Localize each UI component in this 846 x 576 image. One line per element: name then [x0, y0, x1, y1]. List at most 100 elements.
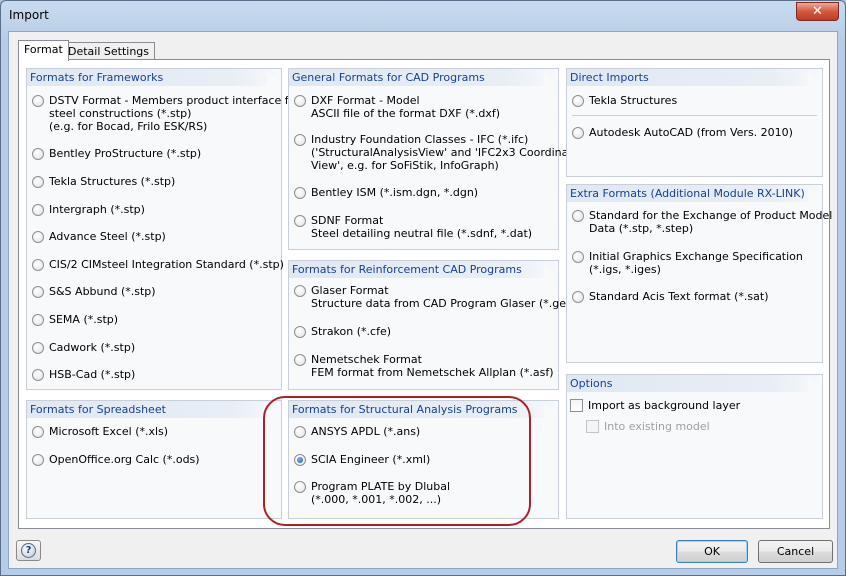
reinforcement-option-strakon[interactable]: Strakon (*.cfe)	[294, 325, 391, 338]
frameworks-option-cadwork[interactable]: Cadwork (*.stp)	[32, 341, 135, 354]
frameworks-option-cis2[interactable]: CIS/2 CIMsteel Integration Standard (*.s…	[32, 258, 284, 271]
extra-option-iges[interactable]: Initial Graphics Exchange Specification(…	[572, 250, 803, 276]
cancel-button[interactable]: Cancel	[758, 540, 833, 563]
close-button[interactable]: ✕	[796, 2, 839, 21]
option-label: ('StructuralAnalysisView' and 'IFC2x3 Co…	[311, 146, 590, 159]
import-dialog: Import ✕ Format Detail Settings Formats …	[0, 0, 846, 576]
tab-format-label: Format	[24, 43, 63, 56]
radio-button-selected[interactable]	[294, 454, 306, 466]
option-label: Standard for the Exchange of Product Mod…	[589, 209, 833, 222]
structural-option-ansys[interactable]: ANSYS APDL (*.ans)	[294, 425, 420, 438]
option-label: Initial Graphics Exchange Specification	[589, 250, 803, 263]
tab-format[interactable]: Format	[18, 40, 69, 61]
option-label: Data (*.stp, *.step)	[589, 222, 694, 235]
cad-general-group-header: General Formats for CAD Programs	[289, 69, 558, 86]
option-label: Nemetschek Format	[311, 353, 422, 366]
option-label: (*.igs, *.iges)	[589, 263, 661, 276]
radio-button[interactable]	[32, 231, 44, 243]
option-label: Cadwork (*.stp)	[49, 341, 136, 354]
radio-button[interactable]	[32, 286, 44, 298]
radio-button[interactable]	[294, 187, 306, 199]
options-group: Options	[566, 374, 823, 519]
cad-option-sdnf[interactable]: SDNF Format Steel detailing neutral file …	[294, 214, 532, 240]
option-label: Autodesk AutoCAD (from Vers. 2010)	[589, 126, 793, 139]
import-background-checkbox-row[interactable]: Import as background layer	[570, 399, 740, 412]
reinforcement-option-glaser[interactable]: Glaser Format Structure data from CAD Pro…	[294, 284, 577, 310]
option-label: HSB-Cad (*.stp)	[49, 368, 136, 381]
import-background-label: Import as background layer	[588, 399, 741, 412]
radio-button[interactable]	[32, 176, 44, 188]
title-bar[interactable]: Import ✕	[1, 1, 845, 31]
radio-button[interactable]	[294, 481, 306, 493]
option-label: Bentley ISM (*.ism.dgn, *.dgn)	[311, 186, 479, 199]
radio-button[interactable]	[32, 426, 44, 438]
option-label: Intergraph (*.stp)	[49, 203, 145, 216]
radio-button[interactable]	[294, 426, 306, 438]
reinforcement-group-header: Formats for Reinforcement CAD Programs	[289, 261, 558, 278]
help-icon: ?	[21, 543, 36, 558]
radio-button[interactable]	[294, 95, 306, 107]
direct-imports-group: Direct Imports	[566, 68, 823, 177]
option-label: Program PLATE by Dlubal	[311, 480, 451, 493]
tab-detail-settings-label: Detail Settings	[68, 45, 150, 58]
ok-button[interactable]: OK	[676, 540, 748, 563]
radio-button[interactable]	[32, 204, 44, 216]
radio-button[interactable]	[572, 210, 584, 222]
structural-group-header: Formats for Structural Analysis Programs	[289, 401, 558, 418]
radio-button[interactable]	[572, 127, 584, 139]
frameworks-option-intergraph[interactable]: Intergraph (*.stp)	[32, 203, 145, 216]
cad-option-ifc[interactable]: Industry Foundation Classes - IFC (*.ifc…	[294, 133, 589, 172]
import-background-checkbox[interactable]	[570, 399, 583, 412]
help-button[interactable]: ?	[16, 540, 41, 561]
frameworks-option-hsb-cad[interactable]: HSB-Cad (*.stp)	[32, 368, 135, 381]
option-label: DXF Format - Model	[311, 94, 420, 107]
cad-option-bentley-ism[interactable]: Bentley ISM (*.ism.dgn, *.dgn)	[294, 186, 478, 199]
radio-button[interactable]	[32, 95, 44, 107]
option-label: Industry Foundation Classes - IFC (*.ifc…	[311, 133, 529, 146]
reinforcement-option-nemetschek[interactable]: Nemetschek Format FEM format from Nemetsc…	[294, 353, 554, 379]
frameworks-option-sema[interactable]: SEMA (*.stp)	[32, 313, 118, 326]
cancel-button-label: Cancel	[776, 545, 815, 558]
option-label: ASCII file of the format DXF (*.dxf)	[311, 107, 501, 120]
extra-option-sat[interactable]: Standard Acis Text format (*.sat)	[572, 290, 769, 303]
frameworks-option-dstv[interactable]: DSTV Format - Members product interface …	[32, 94, 300, 133]
into-existing-checkbox	[586, 420, 599, 433]
radio-button[interactable]	[294, 134, 306, 146]
radio-button[interactable]	[32, 148, 44, 160]
structural-option-plate[interactable]: Program PLATE by Dlubal (*.000, *.001, *.…	[294, 480, 450, 506]
spreadsheet-option-openoffice[interactable]: OpenOffice.org Calc (*.ods)	[32, 453, 200, 466]
radio-button[interactable]	[32, 369, 44, 381]
frameworks-option-advance-steel[interactable]: Advance Steel (*.stp)	[32, 230, 166, 243]
frameworks-option-tekla[interactable]: Tekla Structures (*.stp)	[32, 175, 175, 188]
option-label: Advance Steel (*.stp)	[49, 230, 166, 243]
option-label: Glaser Format	[311, 284, 389, 297]
radio-button[interactable]	[572, 291, 584, 303]
radio-button[interactable]	[32, 259, 44, 271]
option-label: Strakon (*.cfe)	[311, 325, 392, 338]
radio-button[interactable]	[572, 95, 584, 107]
radio-button[interactable]	[294, 354, 306, 366]
option-label: DSTV Format - Members product interface …	[49, 94, 300, 107]
options-group-header: Options	[567, 375, 822, 392]
radio-button[interactable]	[32, 342, 44, 354]
radio-button[interactable]	[32, 314, 44, 326]
into-existing-label: Into existing model	[604, 420, 710, 433]
option-label: FEM format from Nemetschek Allplan (*.as…	[311, 366, 554, 379]
option-label: Tekla Structures	[589, 94, 678, 107]
ok-button-label: OK	[704, 545, 720, 558]
direct-option-tekla[interactable]: Tekla Structures	[572, 94, 677, 107]
cad-option-dxf[interactable]: DXF Format - Model ASCII file of the form…	[294, 94, 500, 120]
radio-button[interactable]	[294, 215, 306, 227]
radio-button[interactable]	[294, 285, 306, 297]
frameworks-option-bentley[interactable]: Bentley ProStructure (*.stp)	[32, 147, 201, 160]
frameworks-option-ss-abbund[interactable]: S&S Abbund (*.stp)	[32, 285, 156, 298]
extra-option-step[interactable]: Standard for the Exchange of Product Mod…	[572, 209, 832, 235]
option-label: S&S Abbund (*.stp)	[49, 285, 156, 298]
radio-button[interactable]	[572, 251, 584, 263]
structural-option-scia[interactable]: SCIA Engineer (*.xml)	[294, 453, 430, 466]
direct-option-autocad[interactable]: Autodesk AutoCAD (from Vers. 2010)	[572, 126, 793, 139]
spreadsheet-option-excel[interactable]: Microsoft Excel (*.xls)	[32, 425, 168, 438]
radio-button[interactable]	[32, 454, 44, 466]
option-label: Standard Acis Text format (*.sat)	[589, 290, 769, 303]
radio-button[interactable]	[294, 326, 306, 338]
